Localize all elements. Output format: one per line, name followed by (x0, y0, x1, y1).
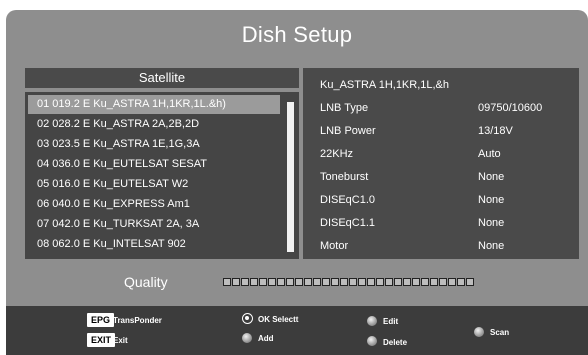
info-label: Toneburst (320, 171, 369, 183)
scan-help-text: Scan (490, 328, 510, 337)
dish-setup-screen: Dish Setup Satellite 01 019.2 E Ku_ASTRA… (6, 10, 588, 355)
info-row-motor[interactable]: Motor None (303, 238, 579, 258)
quality-segment (466, 278, 474, 286)
edit-help-text: Edit (383, 317, 399, 326)
info-value: 09750/10600 (478, 102, 543, 114)
yellow-key-icon[interactable] (367, 316, 377, 326)
quality-segment (250, 278, 258, 286)
info-label: LNB Type (320, 102, 369, 114)
quality-meter (223, 278, 475, 288)
quality-segment (295, 278, 303, 286)
blue-key-icon[interactable] (474, 327, 484, 337)
quality-label: Quality (124, 274, 168, 290)
quality-segment (331, 278, 339, 286)
info-label: Motor (320, 240, 349, 252)
quality-segment (349, 278, 357, 286)
info-row-toneburst[interactable]: Toneburst None (303, 169, 579, 189)
info-row-22khz[interactable]: 22KHz Auto (303, 146, 579, 166)
page-title: Dish Setup (241, 22, 353, 47)
add-help-text: Add (258, 334, 274, 343)
quality-segment (376, 278, 384, 286)
info-panel-title: Ku_ASTRA 1H,1KR,1L,&h (320, 79, 450, 91)
exit-help-text: Exit (113, 336, 128, 345)
satellite-list-item[interactable]: 05 016.0 E Ku_EUTELSAT W2 (28, 175, 280, 194)
delete-help-text: Delete (383, 338, 408, 347)
quality-segment (358, 278, 366, 286)
satellite-list-item[interactable]: 02 028.2 E Ku_ASTRA 2A,2B,2D (28, 115, 280, 134)
exit-key[interactable]: EXIT (87, 333, 116, 347)
epg-key[interactable]: EPG (87, 313, 115, 327)
quality-segment (304, 278, 312, 286)
quality-segment (277, 278, 285, 286)
quality-segment (448, 278, 456, 286)
satellite-info-panel: Ku_ASTRA 1H,1KR,1L,&h LNB Type 09750/106… (303, 68, 579, 259)
info-label: 22KHz (320, 148, 354, 160)
quality-segment (367, 278, 375, 286)
quality-segment (439, 278, 447, 286)
satellite-list-scrollbar[interactable] (287, 102, 294, 252)
quality-segment (322, 278, 330, 286)
epg-help-text: TransPonder (113, 316, 162, 325)
quality-segment (457, 278, 465, 286)
quality-segment (412, 278, 420, 286)
quality-segment (313, 278, 321, 286)
info-row-lnb-power[interactable]: LNB Power 13/18V (303, 123, 579, 143)
quality-segment (430, 278, 438, 286)
quality-segment (421, 278, 429, 286)
quality-segment (232, 278, 240, 286)
info-row-diseqc-1-1[interactable]: DISEqC1.1 None (303, 215, 579, 235)
info-value: None (478, 171, 505, 183)
quality-segment (403, 278, 411, 286)
info-value: Auto (478, 148, 501, 160)
satellite-list-item[interactable]: 04 036.0 E Ku_EUTELSAT SESAT (28, 155, 280, 174)
info-value: None (478, 240, 505, 252)
info-value: None (478, 217, 505, 229)
info-label: LNB Power (320, 125, 376, 137)
quality-segment (268, 278, 276, 286)
satellite-list-header: Satellite (25, 68, 299, 88)
quality-segment (286, 278, 294, 286)
satellite-list-item[interactable]: 06 040.0 E Ku_EXPRESS Am1 (28, 195, 280, 214)
info-value: 13/18V (478, 125, 513, 137)
green-key-icon[interactable] (242, 333, 252, 343)
info-label: DISEqC1.0 (320, 194, 376, 206)
info-row-lnb-type[interactable]: LNB Type 09750/10600 (303, 100, 579, 120)
quality-segment (223, 278, 231, 286)
satellite-list-item[interactable]: 07 042.0 E Ku_TURKSAT 2A, 3A (28, 215, 280, 234)
scrollbar-thumb[interactable] (287, 102, 294, 252)
ok-help-text: OK Selectt (258, 315, 299, 324)
ok-button-icon[interactable] (242, 313, 253, 324)
satellite-list-item[interactable]: 03 023.5 E Ku_ASTRA 1E,1G,3A (28, 135, 280, 154)
info-row-diseqc-1-0[interactable]: DISEqC1.0 None (303, 192, 579, 212)
quality-segment (241, 278, 249, 286)
quality-segment (340, 278, 348, 286)
info-value: None (478, 194, 505, 206)
satellite-list-item[interactable]: 08 062.0 E Ku_INTELSAT 902 (28, 235, 280, 254)
satellite-list: 01 019.2 E Ku_ASTRA 1H,1KR,1L.&h) 02 028… (25, 92, 299, 259)
red-key-icon[interactable] (367, 336, 377, 346)
quality-segment (259, 278, 267, 286)
quality-segment (394, 278, 402, 286)
quality-segment (385, 278, 393, 286)
satellite-list-item[interactable]: 01 019.2 E Ku_ASTRA 1H,1KR,1L.&h) (28, 95, 280, 114)
info-label: DISEqC1.1 (320, 217, 376, 229)
help-bar: EPG TransPonder EXIT Exit OK Selectt Add… (6, 306, 588, 355)
